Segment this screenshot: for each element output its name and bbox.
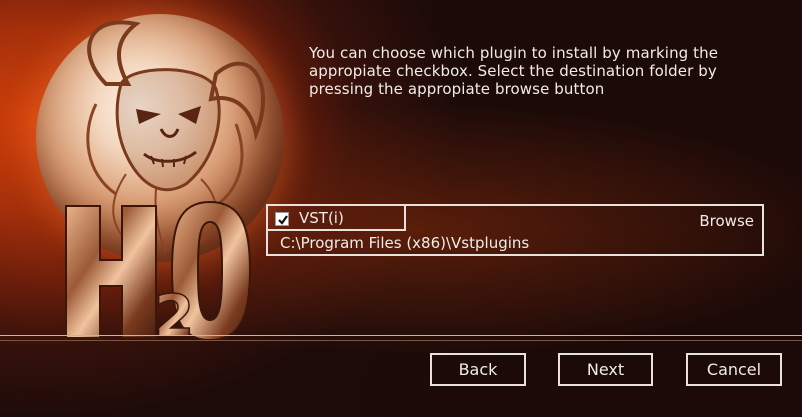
destination-path: C:\Program Files (x86)\Vstplugins <box>280 234 530 252</box>
vst-checkbox[interactable] <box>275 212 289 226</box>
h2o-wordmark: 2 <box>65 200 252 348</box>
plugin-name-label: VST(i) <box>299 209 344 227</box>
plugin-installer-window: 2 You can choose which plugin to install… <box>0 0 802 417</box>
browse-button[interactable]: Browse <box>699 212 754 230</box>
h2o-logo-icon: 2 <box>30 8 290 348</box>
plugin-option-panel: VST(i) Browse C:\Program Files (x86)\Vst… <box>266 204 764 256</box>
back-button[interactable]: Back <box>430 353 526 386</box>
footer-separator <box>0 335 802 343</box>
instructions-line-1: You can choose which plugin to install b… <box>309 44 719 62</box>
instructions-line-2: appropiate checkbox. Select the destinat… <box>309 62 717 80</box>
cancel-button[interactable]: Cancel <box>686 353 782 386</box>
instructions-text: You can choose which plugin to install b… <box>309 44 779 98</box>
checkmark-icon <box>278 215 288 225</box>
next-button[interactable]: Next <box>558 353 653 386</box>
instructions-line-3: pressing the appropiate browse button <box>309 80 605 98</box>
plugin-checkbox-group[interactable]: VST(i) <box>268 206 406 231</box>
